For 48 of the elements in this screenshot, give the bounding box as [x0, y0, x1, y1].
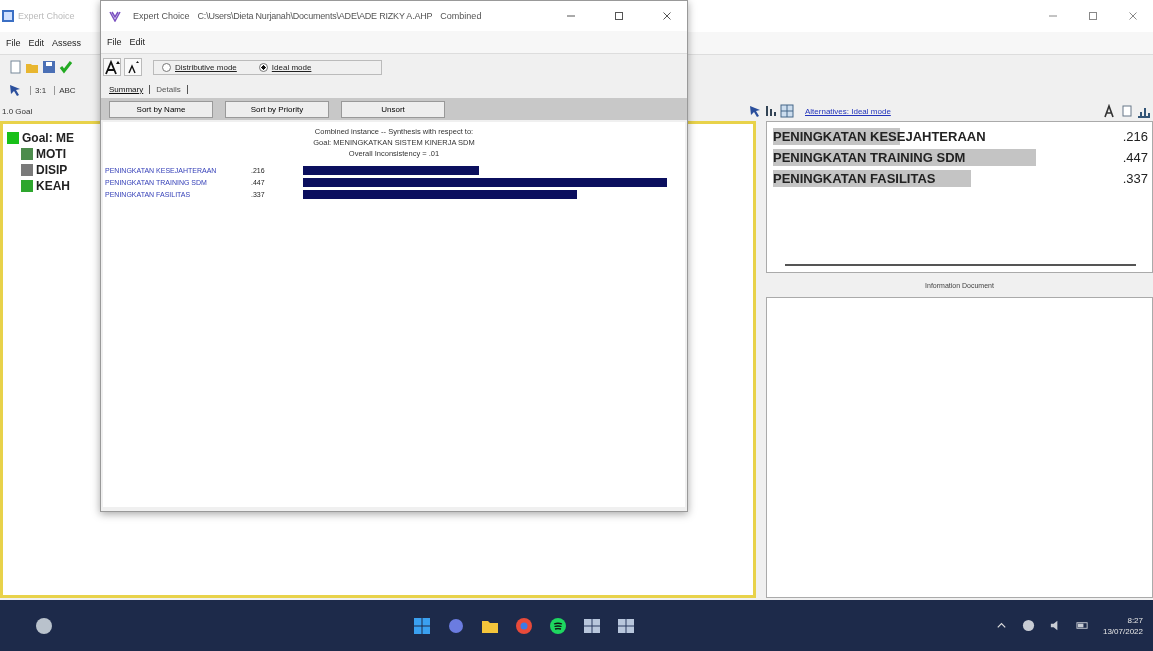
toolbar-item[interactable]: ABC: [54, 85, 76, 95]
tab[interactable]: Details: [156, 84, 188, 94]
checkmark-icon[interactable]: [59, 60, 73, 74]
pointer-icon[interactable]: [748, 104, 762, 118]
music-icon[interactable]: [548, 615, 569, 636]
font-larger-icon[interactable]: [103, 58, 121, 76]
priority-value: .447: [1122, 150, 1148, 165]
sort-button[interactable]: Unsort: [341, 100, 445, 118]
clock[interactable]: 8:27 13/07/2022: [1102, 614, 1143, 637]
app-icon: [2, 10, 14, 22]
start-icon[interactable]: [412, 615, 433, 636]
maximize-icon[interactable]: [614, 11, 624, 21]
tree-node[interactable]: DISIP: [36, 163, 68, 177]
menu-item[interactable]: File: [6, 38, 21, 48]
toolbar-item[interactable]: 3:1: [30, 85, 47, 95]
mode-radio[interactable]: Distributive mode: [162, 62, 237, 72]
menu-item[interactable]: Assess: [52, 38, 82, 48]
mode-label: Combined: [440, 11, 482, 21]
font-size-icon[interactable]: [1103, 104, 1117, 118]
arrow-icon[interactable]: [8, 83, 22, 97]
file-path: C:\Users\Dieta Nurjanah\Documents\ADE\ADE RIZKY A.AHP: [197, 11, 433, 21]
menu-item[interactable]: Edit: [28, 38, 45, 48]
close-icon[interactable]: [1128, 11, 1138, 21]
tab[interactable]: Summary: [109, 84, 151, 94]
alternative-name: PENINGKATAN TRAINING SDM: [773, 150, 966, 165]
mode-radio[interactable]: Ideal mode: [258, 62, 312, 72]
menu-item[interactable]: Edit: [129, 37, 146, 47]
window-title: Expert Choice: [133, 11, 190, 21]
maximize-icon[interactable]: [1088, 11, 1098, 21]
sort-button[interactable]: Sort by Name: [109, 100, 213, 118]
tree-node[interactable]: Goal: ME: [22, 131, 74, 145]
alternative-name: PENINGKATAN FASILITAS: [773, 171, 936, 186]
tree-node[interactable]: KEAH: [36, 179, 70, 193]
browser-icon[interactable]: [514, 615, 535, 636]
tree-node[interactable]: MOTI: [36, 147, 66, 161]
alternative-name: PENINGKATAN KESEJAHTERAAN: [773, 129, 986, 144]
save-icon[interactable]: [42, 60, 56, 74]
node-label: 1.0 Goal: [2, 106, 33, 116]
alternatives-link[interactable]: Alternatives: Ideal mode: [805, 106, 891, 116]
close-icon[interactable]: [662, 11, 672, 21]
priority-value: .337: [1122, 171, 1148, 186]
menu-item[interactable]: File: [107, 37, 122, 47]
font-smaller-icon[interactable]: [124, 58, 142, 76]
battery-icon[interactable]: [1075, 619, 1089, 632]
priority-value: .216: [1122, 129, 1148, 144]
sort-button[interactable]: Sort by Priority: [225, 100, 329, 118]
window-title: Expert Choice: [18, 11, 75, 21]
app-icon: [109, 10, 121, 22]
